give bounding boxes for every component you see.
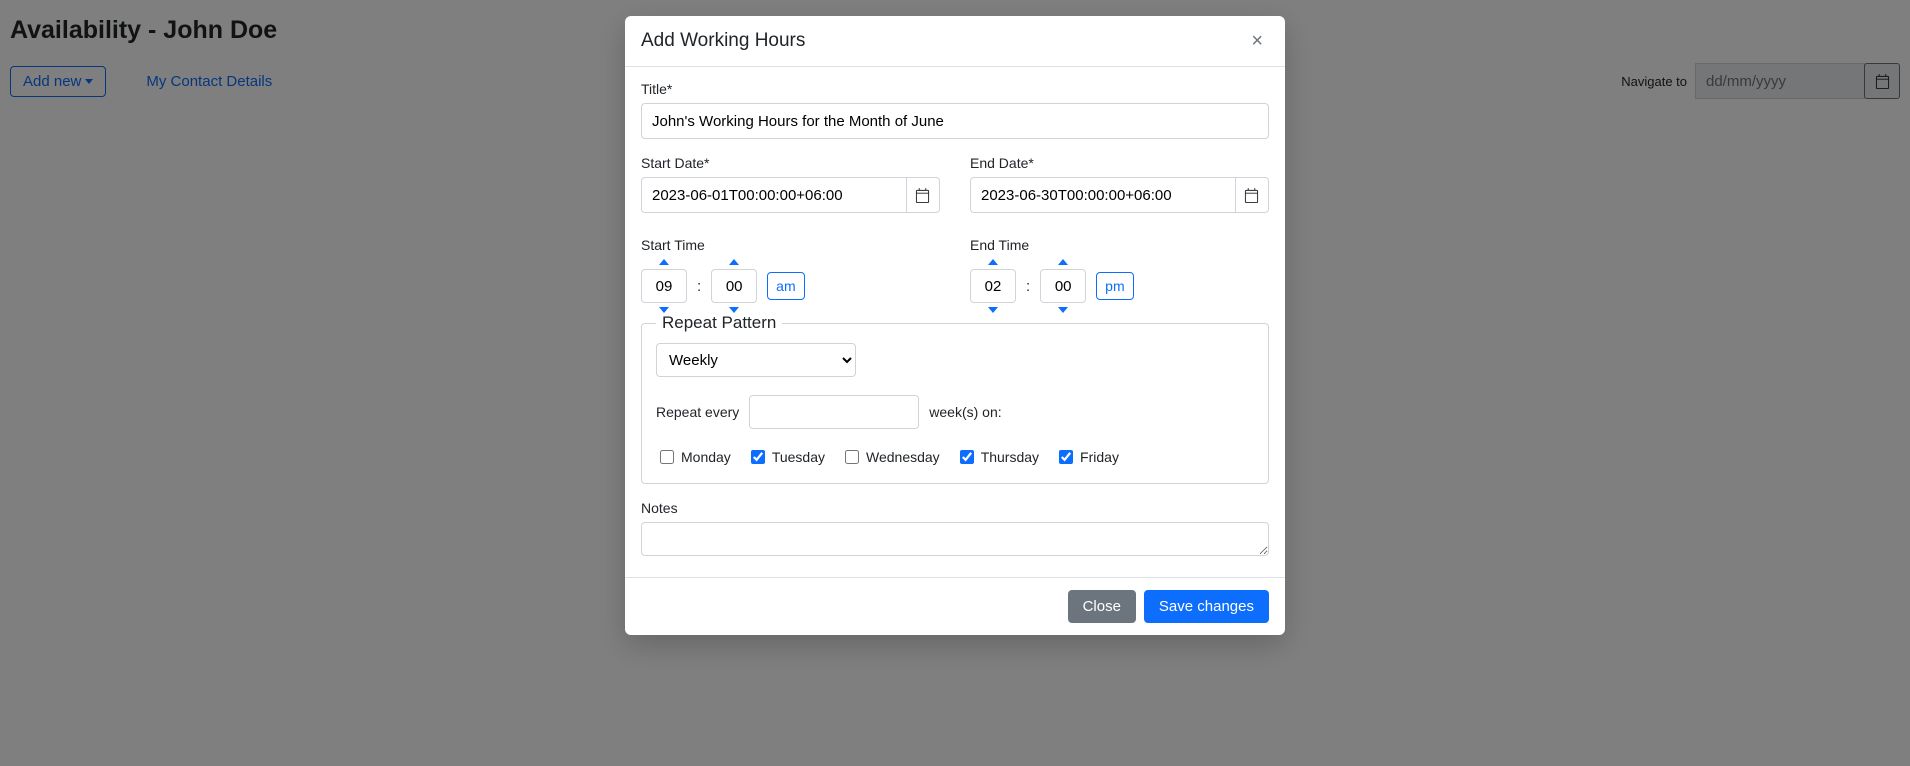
notes-textarea[interactable] (641, 522, 1269, 556)
start-minute-up[interactable] (729, 259, 739, 265)
day-friday-label: Friday (1080, 449, 1119, 465)
modal-overlay: Add Working Hours × Title* Start Date* (0, 0, 1910, 766)
repeat-every-suffix: week(s) on: (929, 404, 1001, 420)
modal-title: Add Working Hours (641, 30, 805, 52)
day-wednesday-checkbox[interactable] (845, 450, 859, 464)
time-colon: : (697, 278, 701, 295)
day-thursday-label: Thursday (981, 449, 1039, 465)
day-tuesday-checkbox[interactable] (751, 450, 765, 464)
start-date-picker-button[interactable] (907, 177, 940, 213)
day-friday-checkbox[interactable] (1059, 450, 1073, 464)
repeat-pattern-legend: Repeat Pattern (656, 313, 782, 333)
end-hour-input[interactable] (970, 269, 1016, 303)
start-hour-up[interactable] (659, 259, 669, 265)
end-time-picker: : pm (970, 259, 1269, 313)
modal-close-button[interactable]: × (1245, 30, 1269, 52)
end-time-label: End Time (970, 237, 1269, 253)
calendar-icon (915, 188, 930, 203)
end-minute-input[interactable] (1040, 269, 1086, 303)
close-button[interactable]: Close (1068, 590, 1136, 623)
calendar-icon (1244, 188, 1259, 203)
start-hour-input[interactable] (641, 269, 687, 303)
end-minute-up[interactable] (1058, 259, 1068, 265)
repeat-count-input[interactable] (749, 395, 919, 429)
day-thursday-checkbox[interactable] (960, 450, 974, 464)
end-hour-down[interactable] (988, 307, 998, 313)
end-date-label: End Date* (970, 155, 1269, 171)
add-working-hours-modal: Add Working Hours × Title* Start Date* (625, 16, 1285, 635)
start-time-label: Start Time (641, 237, 940, 253)
day-monday-label: Monday (681, 449, 731, 465)
title-label: Title* (641, 81, 1269, 97)
end-date-picker-button[interactable] (1236, 177, 1269, 213)
end-hour-up[interactable] (988, 259, 998, 265)
end-ampm-toggle[interactable]: pm (1096, 272, 1133, 300)
notes-label: Notes (641, 500, 1269, 516)
repeat-every-prefix: Repeat every (656, 404, 739, 420)
end-date-input[interactable] (970, 177, 1236, 213)
time-colon: : (1026, 278, 1030, 295)
repeat-pattern-fieldset: Repeat Pattern Weekly Repeat every week(… (641, 313, 1269, 484)
start-date-label: Start Date* (641, 155, 940, 171)
start-date-input[interactable] (641, 177, 907, 213)
repeat-pattern-select[interactable]: Weekly (656, 343, 856, 377)
save-changes-button[interactable]: Save changes (1144, 590, 1269, 623)
start-ampm-toggle[interactable]: am (767, 272, 804, 300)
start-time-picker: : am (641, 259, 940, 313)
start-minute-input[interactable] (711, 269, 757, 303)
day-monday-checkbox[interactable] (660, 450, 674, 464)
day-wednesday-label: Wednesday (866, 449, 940, 465)
day-tuesday-label: Tuesday (772, 449, 825, 465)
end-minute-down[interactable] (1058, 307, 1068, 313)
title-input[interactable] (641, 103, 1269, 139)
